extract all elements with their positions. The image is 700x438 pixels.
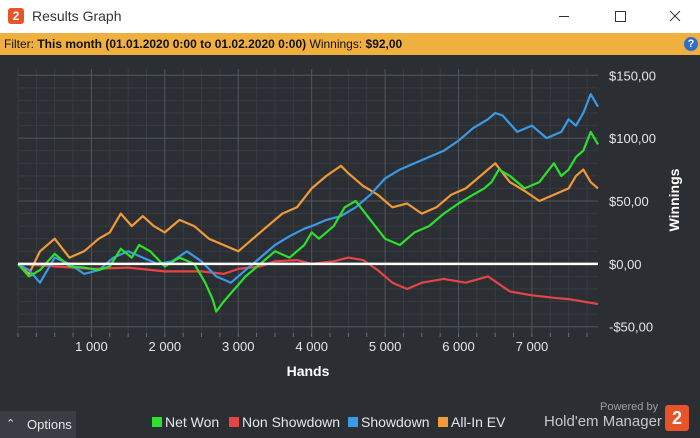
chart-grid [17, 69, 598, 337]
powered-by-text: Powered by [600, 401, 659, 413]
legend-swatch [438, 417, 448, 427]
y-tick-label: -$50,00 [609, 320, 653, 335]
y-tick-label: $100,00 [609, 131, 656, 146]
x-tick-label: 2 000 [149, 339, 182, 354]
x-tick-label: 7 000 [516, 339, 549, 354]
winnings-label: Winnings: [309, 37, 363, 51]
y-tick-label: $150,00 [609, 68, 656, 83]
legend-label: Showdown [361, 414, 430, 430]
options-label: Options [27, 417, 72, 432]
options-button[interactable]: ⌃ Options [0, 411, 76, 438]
legend-label: Non Showdown [242, 414, 341, 430]
holdem-manager-logo-icon: 2 [665, 405, 689, 431]
window-title: Results Graph [32, 8, 122, 24]
chevron-up-icon: ⌃ [6, 418, 16, 430]
legend-swatch [348, 417, 358, 427]
winnings-value: $92,00 [365, 37, 403, 51]
y-axis-label: Winnings [666, 168, 682, 231]
minimize-icon [559, 16, 569, 17]
x-axis-ticks: 1 000 2 000 3 000 4 000 5 000 6 000 7 000 [75, 339, 548, 354]
legend-swatch [152, 417, 162, 427]
filter-label: Filter: [4, 37, 34, 51]
maximize-button[interactable] [597, 0, 643, 33]
filter-value: This month (01.01.2020 0:00 to 01.02.202… [37, 37, 307, 51]
close-icon [669, 10, 681, 22]
help-icon[interactable]: ? [684, 37, 698, 51]
x-tick-label: 1 000 [75, 339, 108, 354]
title-bar: 2 Results Graph [0, 0, 700, 33]
product-name: Hold'em Manager [544, 413, 662, 430]
maximize-icon [615, 11, 626, 22]
y-tick-label: $0,00 [609, 257, 642, 272]
legend-swatch [229, 417, 239, 427]
y-axis-ticks: $150,00 $100,00 $50,00 $0,00 -$50,00 [609, 68, 656, 334]
app-logo-icon: 2 [8, 8, 24, 24]
y-tick-label: $50,00 [609, 194, 649, 209]
x-tick-label: 5 000 [369, 339, 402, 354]
x-tick-label: 6 000 [442, 339, 475, 354]
results-chart: 1 000 2 000 3 000 4 000 5 000 6 000 7 000 $150… [17, 68, 682, 379]
filter-bar[interactable]: Filter: This month (01.01.2020 0:00 to 0… [0, 33, 700, 55]
legend-label: All-In EV [451, 414, 506, 430]
x-axis-label: Hands [287, 363, 330, 379]
close-button[interactable] [652, 0, 698, 33]
x-tick-label: 3 000 [222, 339, 255, 354]
legend-label: Net Won [165, 414, 220, 430]
minimize-button[interactable] [541, 0, 587, 33]
x-tick-label: 4 000 [295, 339, 328, 354]
